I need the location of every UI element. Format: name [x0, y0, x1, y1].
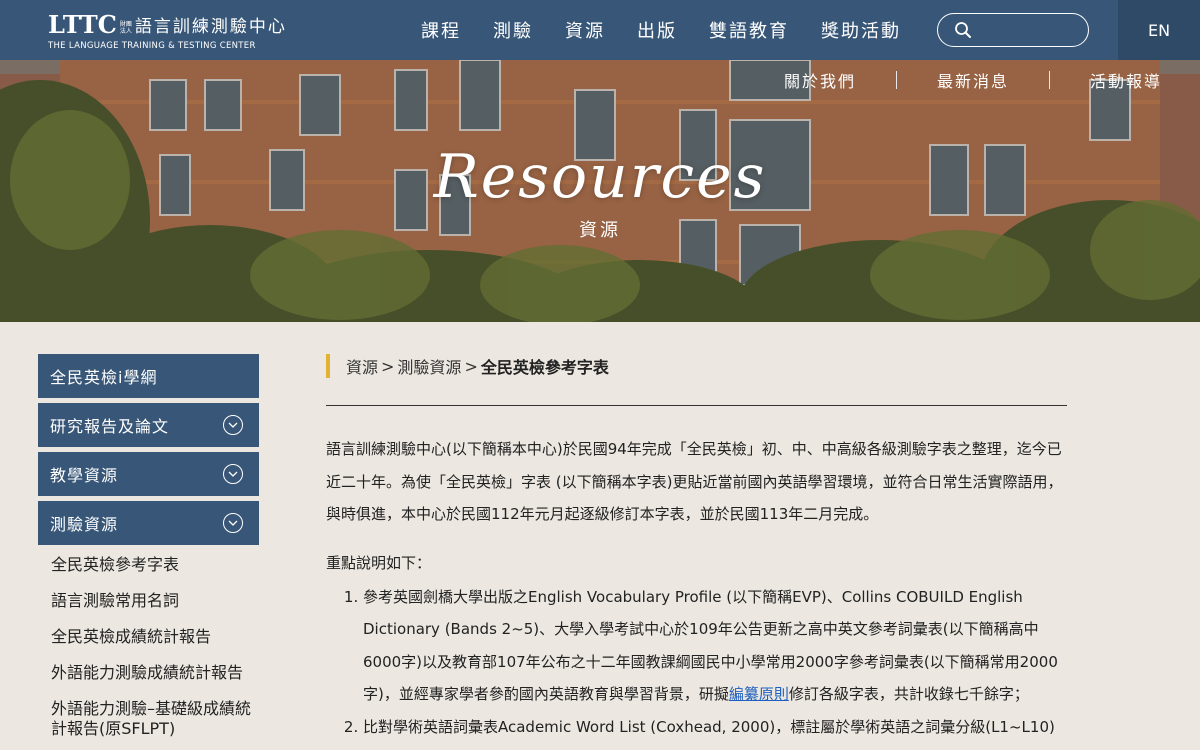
- subnav-divider: [1048, 71, 1050, 89]
- nav-grants-activities[interactable]: 獎助活動: [821, 17, 901, 43]
- intro-paragraph: 語言訓練測驗中心(以下簡稱本中心)於民國94年完成「全民英檢」初、中、中高級各級…: [326, 440, 1063, 523]
- sidebar-item-label: 研究報告及論文: [50, 417, 170, 436]
- hero-banner: 關於我們 最新消息 活動報導 Resources 資源: [0, 60, 1200, 322]
- breadcrumb-resources[interactable]: 資源: [346, 354, 378, 378]
- nav-bilingual-education[interactable]: 雙語教育: [709, 17, 789, 43]
- search-box[interactable]: [937, 13, 1089, 47]
- sidebar-item-label: 全民英檢i學網: [50, 368, 158, 387]
- nav-publications[interactable]: 出版: [637, 17, 677, 43]
- content-divider: [326, 405, 1067, 406]
- sidebar-item-label: 測驗資源: [50, 515, 119, 534]
- sidebar-item-testing-resources[interactable]: 測驗資源: [38, 501, 259, 545]
- submenu-flpt-score-report[interactable]: 外語能力測驗成績統計報告: [51, 663, 259, 683]
- breadcrumb-separator: >: [381, 356, 395, 376]
- subnav-about-us[interactable]: 關於我們: [784, 68, 856, 92]
- logo-mark: LTTC: [48, 10, 117, 39]
- subnav-divider: [895, 71, 897, 89]
- top-navigation-bar: LTTC 財團法人 語言訓練測驗中心 THE LANGUAGE TRAINING…: [0, 0, 1200, 60]
- sidebar: 全民英檢i學網 研究報告及論文 教學資源 測驗資源 全民英檢參考字表 語言測驗常…: [38, 354, 259, 750]
- subnav-event-reports[interactable]: 活動報導: [1090, 68, 1162, 92]
- chevron-down-icon[interactable]: [223, 513, 243, 533]
- sidebar-item-research-reports[interactable]: 研究報告及論文: [38, 403, 259, 447]
- logo-main: LTTC 財團法人 語言訓練測驗中心: [48, 10, 287, 39]
- hero-title: Resources: [433, 142, 767, 212]
- chevron-down-icon[interactable]: [223, 464, 243, 484]
- nav-courses[interactable]: 課程: [421, 17, 461, 43]
- list-item: 比對學術英語詞彙表Academic Word List (Coxhead, 20…: [363, 711, 1067, 750]
- lttc-logo[interactable]: LTTC 財團法人 語言訓練測驗中心 THE LANGUAGE TRAINING…: [48, 10, 287, 52]
- breadcrumb-testing-resources[interactable]: 測驗資源: [397, 354, 461, 378]
- logo-sup: 財團法人: [119, 21, 132, 35]
- submenu-testing-terms[interactable]: 語言測驗常用名詞: [51, 591, 259, 611]
- submenu-flpt-basic-score-report[interactable]: 外語能力測驗–基礎級成績統計報告(原SFLPT): [51, 699, 259, 739]
- search-icon[interactable]: [954, 21, 972, 39]
- secondary-nav: 關於我們 最新消息 活動報導: [784, 68, 1162, 92]
- nav-tests[interactable]: 測驗: [493, 17, 533, 43]
- breadcrumb-current-page: 全民英檢參考字表: [480, 358, 609, 377]
- breadcrumb-accent-bar: [326, 354, 330, 378]
- logo-english-name: THE LANGUAGE TRAINING & TESTING CENTER: [48, 41, 256, 51]
- language-switch-en[interactable]: EN: [1118, 0, 1200, 60]
- sidebar-item-teaching-resources[interactable]: 教學資源: [38, 452, 259, 496]
- sidebar-item-label: 教學資源: [50, 466, 119, 485]
- point-1-text-end: 修訂各級字表，共計收錄七千餘字；: [788, 685, 1029, 703]
- hero-subtitle: 資源: [579, 220, 621, 241]
- submenu-gept-word-list[interactable]: 全民英檢參考字表: [51, 555, 259, 575]
- sidebar-item-gept-ilearning[interactable]: 全民英檢i學網: [38, 354, 259, 398]
- main-nav: 課程 測驗 資源 出版 雙語教育 獎助活動: [405, 0, 917, 60]
- main-content: 資源 > 測驗資源 > 全民英檢參考字表 語言訓練測驗中心(以下簡稱本中心)於民…: [326, 354, 1067, 750]
- key-points-heading: 重點說明如下：: [326, 553, 432, 572]
- list-item: 參考英國劍橋大學出版之English Vocabulary Profile (以…: [363, 581, 1067, 711]
- nav-resources[interactable]: 資源: [565, 17, 605, 43]
- logo-chinese-name: 語言訓練測驗中心: [134, 17, 287, 37]
- subnav-latest-news[interactable]: 最新消息: [937, 68, 1009, 92]
- breadcrumb-separator: >: [464, 356, 478, 376]
- sidebar-submenu: 全民英檢參考字表 語言測驗常用名詞 全民英檢成績統計報告 外語能力測驗成績統計報…: [38, 555, 259, 739]
- chevron-down-icon[interactable]: [223, 415, 243, 435]
- compilation-principles-link[interactable]: 編纂原則: [729, 685, 789, 703]
- key-points-list: 參考英國劍橋大學出版之English Vocabulary Profile (以…: [326, 581, 1067, 750]
- breadcrumb: 資源 > 測驗資源 > 全民英檢參考字表: [326, 354, 1067, 378]
- search-input[interactable]: [978, 20, 1078, 40]
- submenu-gept-score-report[interactable]: 全民英檢成績統計報告: [51, 627, 259, 647]
